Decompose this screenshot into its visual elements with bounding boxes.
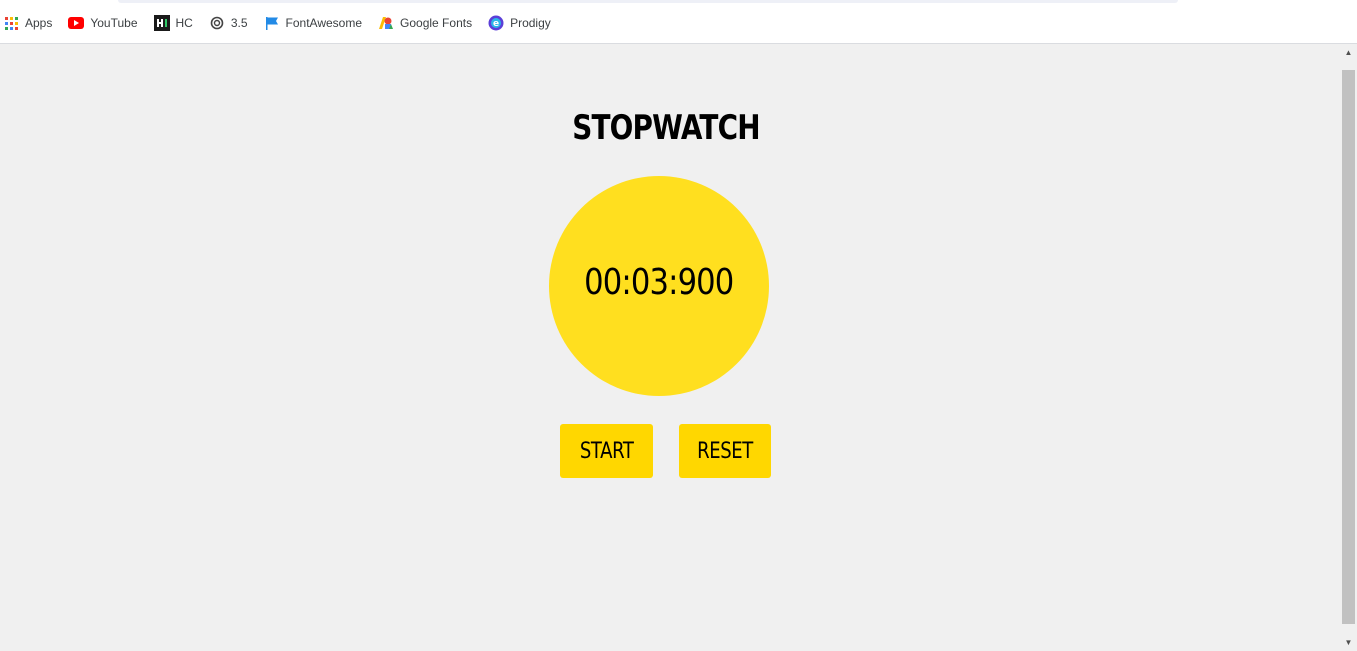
bookmark-label: Google Fonts (400, 16, 473, 30)
bookmark-list: Apps YouTube HC 3.5 FontAwesome Google F… (3, 13, 567, 33)
vertical-scrollbar[interactable]: ▲ ▼ (1340, 44, 1357, 651)
bookmark-hc[interactable]: HC (153, 13, 201, 33)
bookmark-label: HC (175, 16, 193, 30)
bookmark-label: FontAwesome (285, 16, 363, 30)
bookmark-apps[interactable]: Apps (3, 13, 60, 33)
bookmark-label: Prodigy (510, 16, 551, 30)
stopwatch-page: STOPWATCH 00:03:900 START RESET (0, 44, 1340, 651)
reset-button[interactable]: RESET (679, 424, 771, 478)
bookmarks-bar: Apps YouTube HC 3.5 FontAwesome Google F… (0, 0, 1357, 44)
prodigy-icon: e (488, 15, 504, 31)
google-fonts-icon (378, 15, 394, 31)
address-bar-edge (118, 0, 1178, 3)
page-title: STOPWATCH (572, 108, 760, 148)
apps-grid-icon (3, 15, 19, 31)
bookmark-3-5[interactable]: 3.5 (209, 13, 256, 33)
bookmark-fontawesome[interactable]: FontAwesome (264, 13, 370, 33)
time-display: 00:03:900 (584, 261, 734, 303)
bookmark-label: Apps (25, 16, 53, 30)
start-button-label: START (579, 438, 634, 464)
youtube-icon (68, 15, 85, 31)
scrollbar-thumb[interactable] (1342, 70, 1355, 624)
bookmark-google-fonts[interactable]: Google Fonts (378, 13, 480, 33)
hackerrank-icon (153, 15, 170, 31)
bookmark-youtube[interactable]: YouTube (68, 13, 145, 33)
flag-icon (264, 15, 280, 31)
openai-icon (209, 15, 225, 31)
bookmark-label: YouTube (90, 16, 138, 30)
bookmark-label: 3.5 (230, 16, 248, 30)
reset-button-label: RESET (697, 438, 753, 464)
scroll-up-arrow-icon[interactable]: ▲ (1340, 44, 1357, 61)
bookmark-prodigy[interactable]: e Prodigy (488, 13, 559, 33)
scroll-down-arrow-icon[interactable]: ▼ (1340, 634, 1357, 651)
start-button[interactable]: START (560, 424, 653, 478)
stopwatch-dial: 00:03:900 (549, 176, 769, 396)
svg-text:e: e (493, 19, 499, 29)
